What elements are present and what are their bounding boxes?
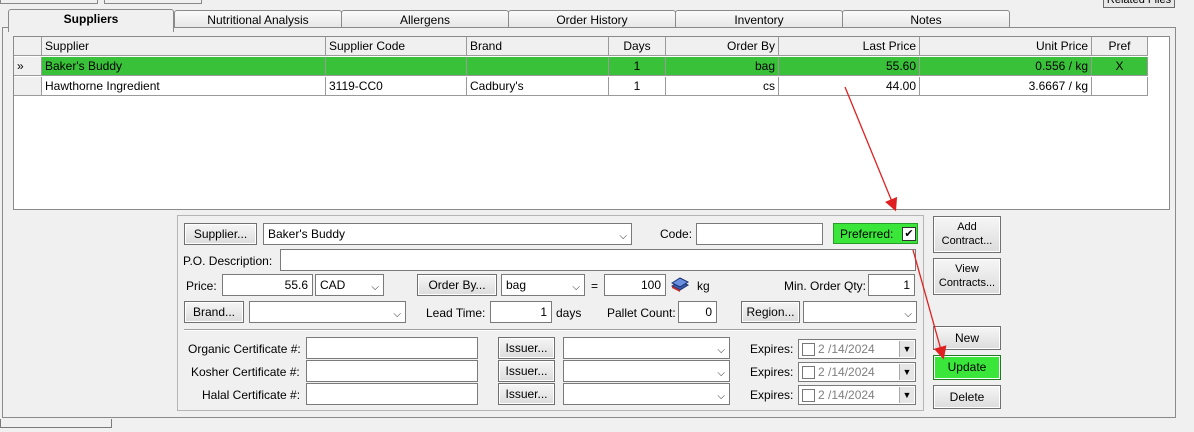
- annotation-arrows: [844, 86, 947, 360]
- arrow-to-preferred: [844, 86, 898, 212]
- tab-suppliers[interactable]: Suppliers: [8, 9, 174, 32]
- arrow-to-new-update: [912, 249, 947, 360]
